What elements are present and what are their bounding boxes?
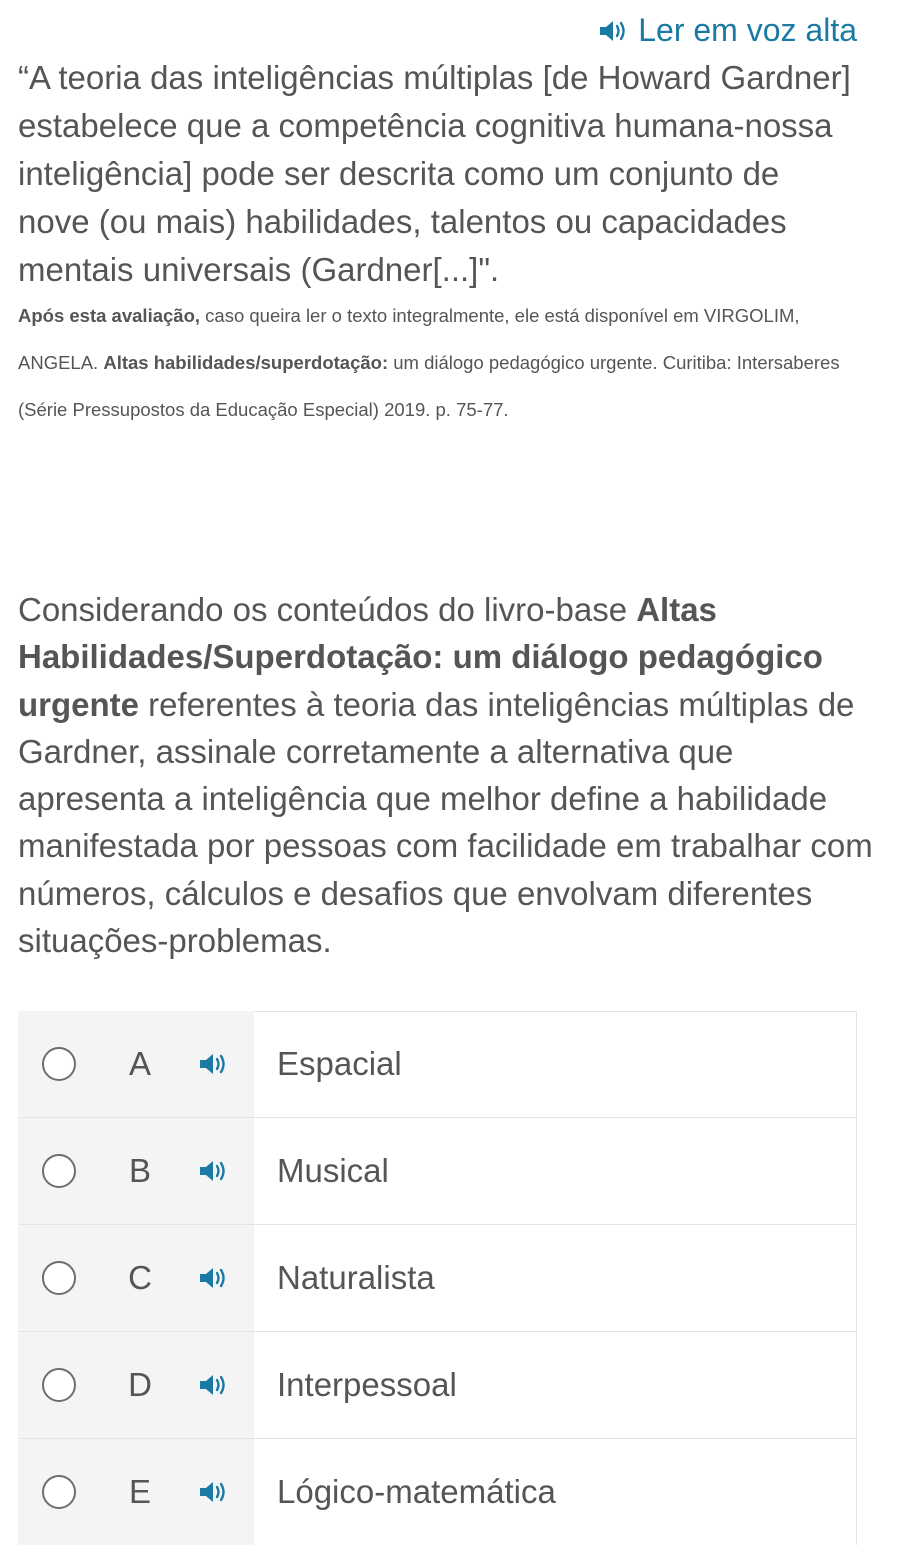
reference-text: um diálogo pedagógico urgente. Curitiba:… — [388, 352, 840, 373]
option-text: Interpessoal — [277, 1366, 457, 1403]
quote-line: inteligência] pode ser descrita como um … — [18, 155, 780, 192]
reference-line-1: Após esta avaliação, caso queira ler o t… — [18, 305, 888, 327]
quote-text: “A teoria das inteligências múltiplas [d… — [18, 54, 878, 294]
option-letter: B — [128, 1152, 151, 1189]
quote-line: estabelece que a competência cognitiva h… — [18, 107, 833, 144]
option-a[interactable]: A Espacial — [18, 1011, 857, 1118]
reference-text: ANGELA. — [18, 352, 104, 373]
option-text: Musical — [277, 1152, 389, 1189]
radio-button[interactable] — [42, 1475, 76, 1509]
reference-bold: Após esta avaliação, — [18, 305, 201, 326]
radio-button[interactable] — [42, 1154, 76, 1188]
speaker-icon[interactable] — [198, 1159, 228, 1183]
speaker-icon[interactable] — [198, 1052, 228, 1076]
quote-line: nove (ou mais) habilidades, talentos ou … — [18, 203, 787, 240]
question-part: referentes à teoria das inteligências mú… — [18, 685, 873, 960]
option-letter: D — [128, 1366, 152, 1403]
read-aloud-button[interactable]: Ler em voz alta — [598, 12, 857, 49]
option-letter: C — [128, 1259, 152, 1296]
speaker-icon — [598, 19, 628, 43]
option-text: Lógico-matemática — [277, 1473, 556, 1510]
question-part: Considerando os conteúdos do livro-base — [18, 591, 637, 628]
reference-bold: Altas habilidades/superdotação: — [103, 352, 389, 373]
reference-text: caso queira ler o texto integralmente, e… — [200, 305, 800, 326]
quote-line: mentais universais (Gardner[...]". — [18, 251, 500, 288]
answer-options: A Espacial B Musical C Naturalista D Int… — [18, 1011, 857, 1545]
reference-line-3: (Série Pressupostos da Educação Especial… — [18, 399, 509, 420]
option-b[interactable]: B Musical — [18, 1118, 857, 1225]
radio-button[interactable] — [42, 1368, 76, 1402]
radio-button[interactable] — [42, 1047, 76, 1081]
option-letter: E — [128, 1473, 151, 1510]
speaker-icon[interactable] — [198, 1266, 228, 1290]
option-c[interactable]: C Naturalista — [18, 1225, 857, 1332]
quote-line: “A teoria das inteligências múltiplas [d… — [18, 59, 851, 96]
radio-button[interactable] — [42, 1261, 76, 1295]
option-text: Naturalista — [277, 1259, 435, 1296]
option-text: Espacial — [277, 1045, 402, 1082]
question-text: Considerando os conteúdos do livro-base … — [18, 586, 878, 964]
option-e[interactable]: E Lógico-matemática — [18, 1439, 857, 1545]
reference-line-2: ANGELA. Altas habilidades/superdotação: … — [18, 352, 888, 374]
read-aloud-label: Ler em voz alta — [638, 12, 857, 48]
speaker-icon[interactable] — [198, 1480, 228, 1504]
speaker-icon[interactable] — [198, 1373, 228, 1397]
option-d[interactable]: D Interpessoal — [18, 1332, 857, 1439]
option-letter: A — [128, 1045, 151, 1082]
